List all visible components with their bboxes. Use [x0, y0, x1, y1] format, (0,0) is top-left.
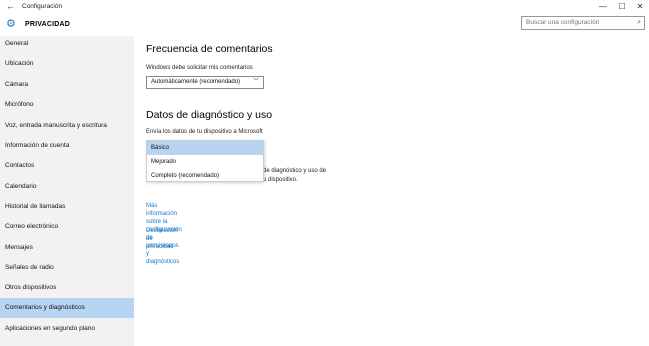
- option-mejorado[interactable]: Mejorado: [147, 155, 263, 169]
- more-info-link-line2: diagnósticos: [146, 259, 180, 265]
- sidebar-item-calendario[interactable]: Calendario: [0, 177, 134, 197]
- sidebar-item-otros-dispositivos[interactable]: Otros dispositivos: [0, 278, 134, 298]
- feedback-frequency-select[interactable]: Automáticamente (recomendado) ﹀: [146, 76, 264, 89]
- option-basico[interactable]: Básico: [147, 141, 263, 155]
- sidebar-item-microfono[interactable]: Micrófono: [0, 95, 134, 115]
- title-bar: ← Configuración — ☐ ✕: [0, 0, 649, 14]
- sidebar-item-general[interactable]: General: [0, 34, 134, 54]
- window-title: Configuración: [22, 3, 63, 10]
- option-completo[interactable]: Completo (recomendado): [147, 169, 263, 183]
- diagnostics-description-line2: u dispositivo.: [263, 177, 298, 183]
- feedback-frequency-value: Automáticamente (recomendado): [151, 79, 241, 85]
- diagnostics-dropdown-list: Básico Mejorado Completo (recomendado): [146, 140, 264, 182]
- diagnostics-description-line1: de diagnóstico y uso de: [263, 168, 327, 174]
- sidebar-item-aplicaciones-segundo-plano[interactable]: Aplicaciones en segundo plano: [0, 319, 134, 339]
- sidebar-item-informacion-cuenta[interactable]: Información de cuenta: [0, 136, 134, 156]
- back-arrow-icon[interactable]: ←: [6, 0, 15, 13]
- sidebar-item-contactos[interactable]: Contactos: [0, 156, 134, 176]
- feedback-frequency-title: Frecuencia de comentarios: [146, 43, 273, 55]
- minimize-button[interactable]: —: [596, 0, 610, 13]
- sidebar-item-correo[interactable]: Correo electrónico: [0, 217, 134, 237]
- section-title: PRIVACIDAD: [25, 21, 71, 28]
- close-button[interactable]: ✕: [633, 0, 647, 13]
- gear-icon: ⚙: [6, 18, 16, 30]
- sidebar-item-historial-llamadas[interactable]: Historial de llamadas: [0, 197, 134, 217]
- search-placeholder: Buscar una configuración: [526, 19, 600, 26]
- sidebar-item-mensajes[interactable]: Mensajes: [0, 238, 134, 258]
- search-icon[interactable]: ⌕: [637, 17, 641, 29]
- sidebar-item-voz[interactable]: Voz, entrada manuscrita y escritura: [0, 116, 134, 136]
- privacy-statement-link[interactable]: Declaración de privacidad: [146, 227, 178, 251]
- sidebar: General Ubicación Cámara Micrófono Voz, …: [0, 36, 134, 346]
- search-input[interactable]: Buscar una configuración ⌕: [521, 16, 645, 30]
- chevron-down-icon: ﹀: [252, 79, 259, 85]
- diagnostics-label: Envía los datos de tu dispositivo a Micr…: [146, 129, 263, 135]
- maximize-button[interactable]: ☐: [615, 0, 629, 13]
- sidebar-item-ubicacion[interactable]: Ubicación: [0, 54, 134, 74]
- sidebar-item-comentarios-diagnosticos[interactable]: Comentarios y diagnósticos: [0, 298, 134, 318]
- sidebar-item-camara[interactable]: Cámara: [0, 75, 134, 95]
- feedback-frequency-label: Windows debe solicitar mis comentarios: [146, 65, 253, 71]
- diagnostics-title: Datos de diagnóstico y uso: [146, 109, 273, 121]
- sidebar-item-senales-radio[interactable]: Señales de radio: [0, 258, 134, 278]
